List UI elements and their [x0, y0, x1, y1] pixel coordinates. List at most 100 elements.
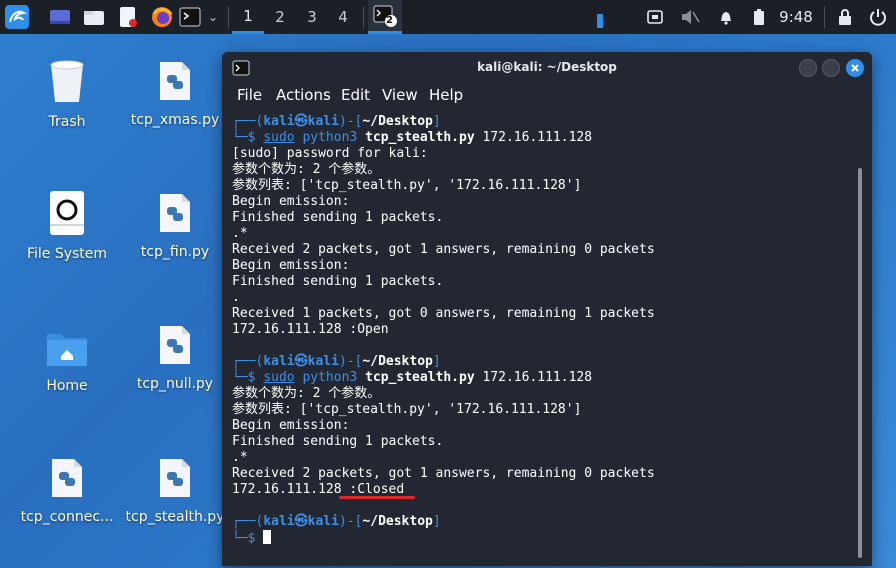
- terminal-task-button[interactable]: 2: [368, 0, 402, 34]
- output-line: Begin emission:: [232, 258, 350, 273]
- logout-button[interactable]: [866, 0, 890, 34]
- output-line: .*: [232, 450, 248, 465]
- desktop-icon-tcp-connect[interactable]: tcp_connec...: [17, 457, 117, 525]
- text-editor-icon: [120, 7, 137, 27]
- menu-file[interactable]: File: [237, 86, 262, 104]
- kali-dragon-icon: [5, 5, 29, 29]
- output-line: 参数列表: ['tcp_stealth.py', '172.16.111.128…: [232, 178, 582, 193]
- workspace-2[interactable]: 2: [264, 0, 296, 34]
- menu-view[interactable]: View: [382, 86, 418, 104]
- desktop-icon-tcp-null[interactable]: tcp_null.py: [125, 324, 225, 392]
- maximize-button[interactable]: [822, 59, 840, 77]
- desktop-icon-label: tcp_null.py: [136, 376, 214, 392]
- input-line[interactable]: └─$: [232, 530, 852, 546]
- kali-menu-button[interactable]: [2, 0, 32, 34]
- window-list-icon: [647, 10, 663, 24]
- output-line: Received 2 packets, got 1 answers, remai…: [232, 242, 655, 257]
- desktop-icon-label: tcp_stealth.py: [125, 509, 225, 525]
- desktop-icon-label: tcp_connec...: [20, 509, 114, 525]
- output-line: .: [232, 290, 240, 305]
- desktop-icon-home[interactable]: Home: [17, 328, 117, 394]
- window-title: kali@kali: ~/Desktop: [477, 60, 617, 74]
- workspace-3[interactable]: 3: [296, 0, 328, 34]
- terminal-window: kali@kali: ~/Desktop File Actions Edit V…: [222, 52, 872, 566]
- close-icon: [851, 64, 859, 72]
- taskbar: ⌄ 1 2 3 4 2 9:48: [0, 0, 896, 34]
- desktop-icon-label: Trash: [48, 114, 86, 130]
- file-manager-button[interactable]: [80, 0, 108, 34]
- desktop-icon-label: tcp_xmas.py: [130, 112, 220, 128]
- volume-muted-button[interactable]: [678, 0, 702, 34]
- terminal-output[interactable]: ┌──(kali㉿kali)-[~/Desktop] └─$ sudo pyth…: [232, 114, 852, 566]
- python-file-icon: [160, 326, 190, 364]
- text-editor-button[interactable]: [114, 0, 142, 34]
- desktop-icon-label: tcp_fin.py: [140, 244, 210, 260]
- command-line: └─$ sudo python3 tcp_stealth.py 172.16.1…: [232, 130, 593, 145]
- desktop-icon-file-system[interactable]: File System: [17, 190, 117, 262]
- lock-screen-button[interactable]: [834, 0, 856, 34]
- terminal-icon: [179, 7, 201, 27]
- menu-edit[interactable]: Edit: [341, 86, 370, 104]
- lock-icon: [839, 9, 851, 25]
- output-line: 参数列表: ['tcp_stealth.py', '172.16.111.128…: [232, 402, 582, 417]
- desktop-icon-tcp-xmas[interactable]: tcp_xmas.py: [125, 60, 225, 128]
- home-folder-icon: [47, 334, 87, 366]
- desktop-icon-tcp-stealth[interactable]: tcp_stealth.py: [125, 457, 225, 525]
- output-line: 参数个数为: 2 个参数。: [232, 162, 381, 177]
- close-button[interactable]: [846, 59, 864, 77]
- output-line: Begin emission:: [232, 418, 350, 433]
- desktop-icon: [50, 10, 70, 24]
- output-line: Finished sending 1 packets.: [232, 210, 444, 225]
- launcher-dropdown-chevron-icon[interactable]: ⌄: [204, 0, 222, 34]
- output-line: Received 2 packets, got 1 answers, remai…: [232, 466, 655, 481]
- python-file-icon: [52, 459, 82, 497]
- workspace-4[interactable]: 4: [327, 0, 359, 34]
- drive-icon: [50, 191, 84, 235]
- menu-actions[interactable]: Actions: [276, 86, 331, 104]
- prompt-line: ┌──(kali㉿kali)-[~/Desktop]: [232, 354, 441, 369]
- python-file-icon: [160, 62, 190, 100]
- terminal-task-icon: [373, 5, 397, 27]
- output-line: 参数个数为: 2 个参数。: [232, 386, 381, 401]
- clock[interactable]: 9:48: [774, 0, 818, 34]
- output-line: Begin emission:: [232, 194, 350, 209]
- scrollbar[interactable]: [858, 168, 862, 558]
- taskbar-separator: [824, 6, 825, 28]
- trash-icon: [50, 60, 84, 102]
- firefox-icon: [152, 7, 173, 27]
- output-line: [sudo] password for kali:: [232, 146, 428, 161]
- folder-icon: [84, 11, 104, 25]
- power-icon: [870, 9, 886, 26]
- power-manager-button[interactable]: [748, 0, 770, 34]
- prompt-line: ┌──(kali㉿kali)-[~/Desktop]: [232, 514, 441, 529]
- red-underline-annotation: [339, 496, 415, 499]
- python-file-icon: [160, 459, 190, 497]
- output-line: 172.16.111.128 :Closed: [232, 482, 405, 497]
- desktop-icon-trash[interactable]: Trash: [17, 58, 117, 130]
- terminal-launcher-button[interactable]: [178, 0, 202, 34]
- show-desktop-button[interactable]: [46, 0, 74, 34]
- output-line: Finished sending 1 packets.: [232, 434, 444, 449]
- minimize-button[interactable]: [799, 59, 817, 77]
- output-line: .*: [232, 226, 248, 241]
- taskbar-separator: [363, 6, 364, 28]
- bell-icon: [721, 12, 731, 25]
- output-line: Finished sending 1 packets.: [232, 274, 444, 289]
- workspace-switcher-button[interactable]: [644, 0, 666, 34]
- window-titlebar[interactable]: kali@kali: ~/Desktop: [222, 52, 872, 84]
- cpu-graph-icon: [594, 0, 606, 34]
- prompt-line: ┌──(kali㉿kali)-[~/Desktop]: [232, 114, 441, 129]
- workspace-1[interactable]: 1: [232, 0, 264, 34]
- desktop-icon-tcp-fin[interactable]: tcp_fin.py: [125, 192, 225, 260]
- menu-help[interactable]: Help: [429, 86, 463, 104]
- desktop-icon-label: File System: [26, 246, 108, 262]
- text-cursor: [263, 530, 272, 544]
- taskbar-separator: [228, 6, 229, 28]
- window-menubar: File Actions Edit View Help: [222, 84, 872, 110]
- speaker-muted-icon: [682, 10, 700, 24]
- python-file-icon: [160, 194, 190, 232]
- firefox-button[interactable]: [148, 0, 176, 34]
- notifications-button[interactable]: [714, 0, 738, 34]
